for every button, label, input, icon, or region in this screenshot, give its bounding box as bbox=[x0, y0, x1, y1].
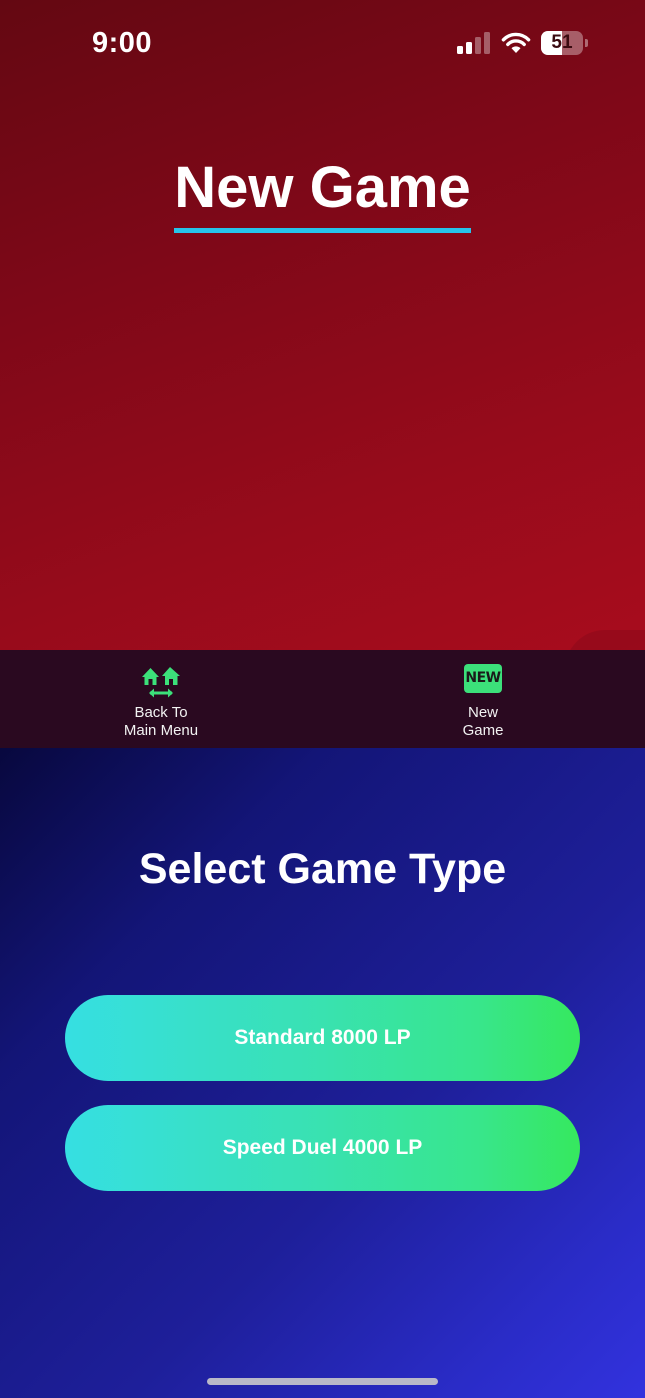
battery-level: 51 bbox=[551, 32, 573, 53]
tab-back-label: Back To Main Menu bbox=[123, 704, 199, 739]
new-badge-icon: NEW bbox=[464, 664, 502, 693]
home-indicator[interactable] bbox=[207, 1378, 438, 1385]
tab-new-game[interactable]: NEW New Game bbox=[393, 650, 573, 748]
tab-bar: Back To Main Menu NEW New Game bbox=[0, 650, 645, 748]
page-title: New Game bbox=[174, 152, 471, 233]
status-time: 9:00 bbox=[92, 27, 153, 59]
page-title-container: New Game bbox=[0, 152, 645, 233]
tab-new-game-label: New Game bbox=[462, 704, 504, 739]
battery-icon: 51 bbox=[541, 31, 589, 55]
section-heading: Select Game Type bbox=[138, 845, 507, 893]
home-swap-icon bbox=[142, 667, 180, 698]
standard-game-button[interactable]: Standard 8000 LP bbox=[65, 995, 580, 1081]
cellular-signal-icon bbox=[457, 32, 491, 54]
tab-back-to-main-menu[interactable]: Back To Main Menu bbox=[71, 650, 251, 748]
header-section: 9:00 51 New Game bbox=[0, 0, 645, 650]
wifi-icon bbox=[501, 32, 531, 53]
speed-duel-button[interactable]: Speed Duel 4000 LP bbox=[65, 1105, 580, 1191]
status-bar: 9:00 51 bbox=[0, 0, 645, 88]
game-type-section: Select Game Type Standard 8000 LP Speed … bbox=[0, 748, 645, 1398]
background-decoration bbox=[565, 630, 645, 650]
